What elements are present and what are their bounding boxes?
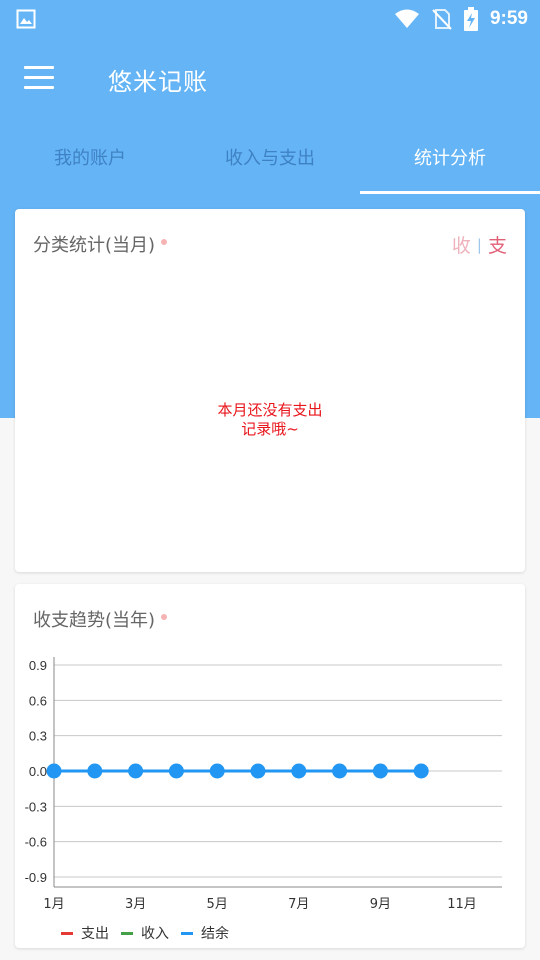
- income-expense-toggle: 收 | 支: [452, 231, 507, 258]
- data-point: [291, 763, 307, 779]
- tab-statistics[interactable]: 统计分析: [360, 120, 540, 194]
- tab-bar: 我的账户 收入与支出 统计分析: [0, 120, 540, 194]
- y-tick-label: -0.9: [25, 870, 47, 885]
- toggle-expense-button[interactable]: 支: [488, 231, 507, 258]
- x-tick-label: 5月: [207, 897, 228, 912]
- data-point: [209, 763, 225, 779]
- trend-card: 收支趋势(当年) 0.9 0.6 0.3 0.0 -0.3 -0.6 -0.9 1月 3月 5月 7…: [15, 584, 525, 948]
- image-notification-icon: [16, 9, 36, 29]
- legend-swatch: [181, 931, 193, 935]
- data-point: [250, 763, 266, 779]
- x-tick-label: 11月: [447, 897, 477, 912]
- data-point: [372, 763, 388, 779]
- data-point: [128, 763, 144, 779]
- category-stats-card: 分类统计(当月) 收 | 支 本月还没有支出 记录哦~: [15, 209, 525, 572]
- legend-label: 收入: [141, 926, 169, 942]
- legend-swatch: [61, 931, 73, 935]
- status-time: 9:59: [489, 8, 528, 29]
- data-point: [168, 763, 184, 779]
- data-point: [332, 763, 348, 779]
- data-point: [87, 763, 103, 779]
- trend-chart: 0.9 0.6 0.3 0.0 -0.3 -0.6 -0.9 1月 3月 5月 7月 9月 11月: [25, 657, 502, 912]
- y-tick-label: -0.3: [25, 799, 47, 814]
- legend-label: 支出: [81, 926, 109, 942]
- empty-message-line1: 本月还没有支出: [217, 401, 323, 419]
- category-stats-title-text: 分类统计(当月): [33, 235, 156, 256]
- app-bar: 悠米记账: [0, 38, 540, 120]
- toggle-separator: |: [476, 235, 482, 254]
- y-tick-label: 0.6: [29, 693, 47, 708]
- battery-charging-icon: [463, 7, 478, 31]
- y-tick-label: 0.3: [29, 729, 47, 744]
- chart-legend: 支出 收入 结余: [61, 923, 241, 943]
- tab-income-expense[interactable]: 收入与支出: [180, 120, 360, 194]
- x-tick-label: 3月: [125, 897, 146, 912]
- legend-label: 结余: [201, 926, 229, 942]
- legend-item: 收入: [121, 923, 169, 943]
- x-tick-label: 9月: [370, 897, 391, 912]
- indicator-dot: [161, 239, 168, 245]
- y-tick-label: 0.0: [29, 764, 47, 779]
- tab-my-accounts[interactable]: 我的账户: [0, 120, 180, 194]
- category-stats-title: 分类统计(当月): [33, 231, 168, 257]
- legend-item: 结余: [181, 923, 229, 943]
- wifi-icon: [394, 9, 419, 28]
- data-point: [413, 763, 429, 779]
- menu-icon[interactable]: [24, 66, 58, 94]
- legend-swatch: [121, 931, 133, 935]
- no-sim-icon: [432, 9, 452, 30]
- y-tick-label: -0.6: [25, 835, 47, 850]
- data-point: [46, 763, 62, 779]
- x-tick-label: 7月: [288, 897, 309, 912]
- legend-item: 支出: [61, 923, 109, 943]
- empty-message: 本月还没有支出 记录哦~: [15, 401, 525, 439]
- y-tick-label: 0.9: [29, 658, 47, 673]
- status-bar: 9:59: [0, 0, 540, 38]
- x-tick-label: 1月: [43, 897, 64, 912]
- app-title: 悠米记账: [108, 68, 208, 96]
- empty-message-line2: 记录哦~: [241, 420, 299, 438]
- toggle-income-button[interactable]: 收: [452, 231, 471, 258]
